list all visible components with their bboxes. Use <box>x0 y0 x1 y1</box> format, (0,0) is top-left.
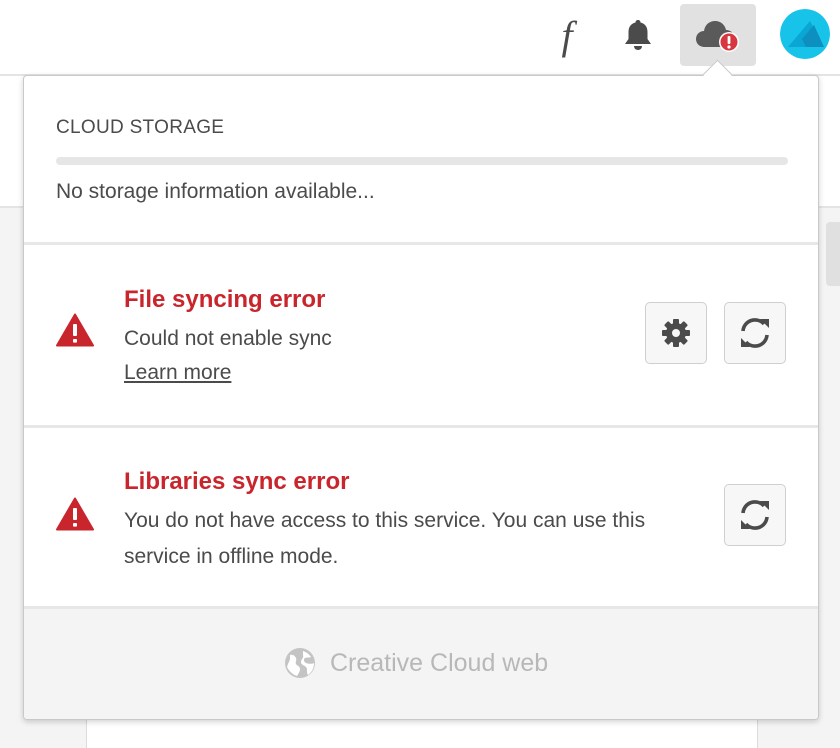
cloud-status-button[interactable] <box>680 4 756 66</box>
creative-cloud-web-link[interactable]: Creative Cloud web <box>284 647 548 679</box>
avatar[interactable] <box>780 9 830 59</box>
file-sync-error-section: File syncing error Could not enable sync… <box>24 245 818 428</box>
cloud-storage-section: CLOUD STORAGE No storage information ava… <box>24 76 818 245</box>
background-scrollbar[interactable] <box>826 222 840 286</box>
error-title: File syncing error <box>124 286 326 313</box>
gear-icon <box>662 319 690 347</box>
warning-icon <box>56 497 94 531</box>
learn-more-link[interactable]: Learn more <box>124 361 231 385</box>
error-title: Libraries sync error <box>124 468 350 495</box>
settings-button[interactable] <box>645 302 707 364</box>
storage-heading: CLOUD STORAGE <box>56 117 225 138</box>
fonts-icon[interactable]: f <box>536 4 598 66</box>
bell-glyph <box>625 20 651 50</box>
cloud-error-icon <box>696 21 739 52</box>
storage-progress-bar <box>56 157 788 165</box>
globe-icon <box>285 648 315 678</box>
footer-link-label: Creative Cloud web <box>330 648 549 677</box>
sync-icon <box>741 500 769 530</box>
cloud-status-popover: CLOUD STORAGE No storage information ava… <box>23 75 819 720</box>
error-description: Could not enable sync <box>124 327 332 350</box>
sync-button[interactable] <box>724 302 786 364</box>
libraries-sync-error-section: Libraries sync error You do not have acc… <box>24 428 818 609</box>
warning-icon <box>56 313 94 347</box>
storage-message: No storage information available... <box>56 180 375 203</box>
sync-button[interactable] <box>724 484 786 546</box>
error-description: You do not have access to this service. … <box>124 509 646 568</box>
sync-icon <box>741 318 769 348</box>
avatar-image <box>780 9 830 59</box>
popover-footer: Creative Cloud web <box>24 609 818 719</box>
bell-icon[interactable] <box>607 4 669 66</box>
